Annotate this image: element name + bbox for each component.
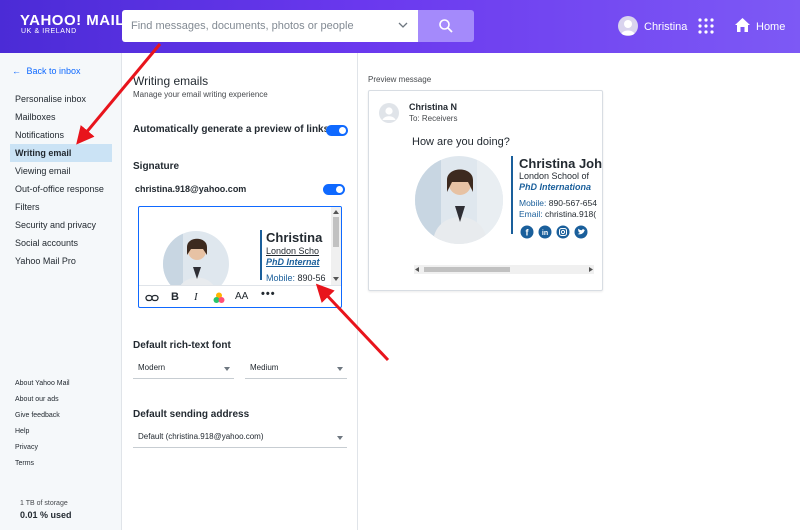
annotation-arrow-to-writing-email [76,43,162,145]
annotation-arrows [76,43,390,362]
annotation-arrow-to-signature-editor [315,283,390,362]
